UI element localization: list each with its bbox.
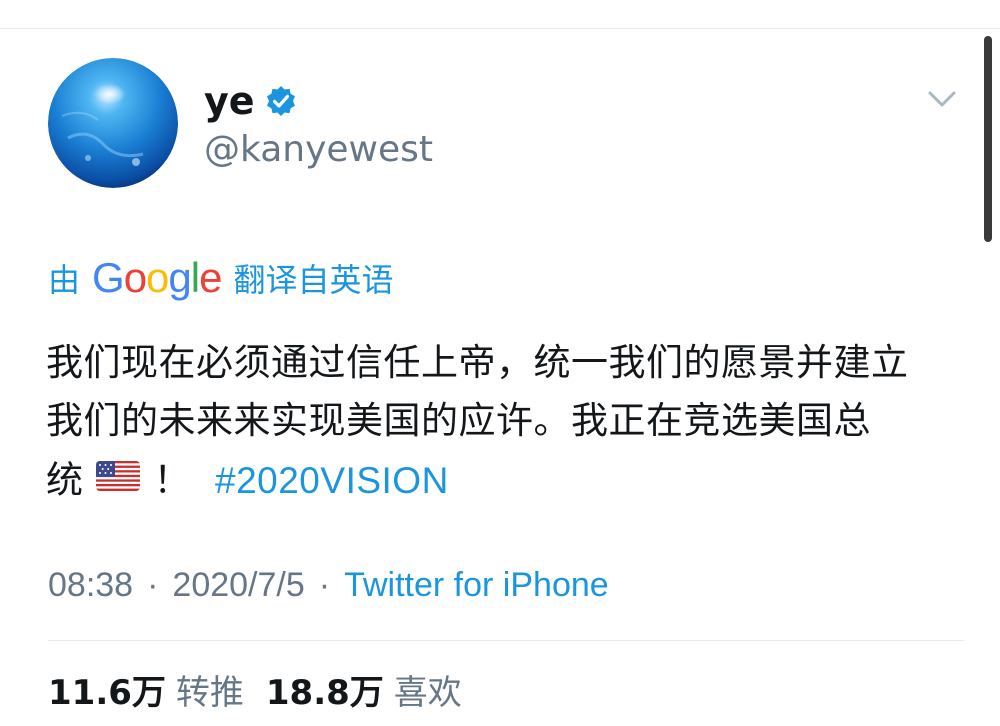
blue-globe-avatar-icon	[48, 58, 178, 188]
tweet-source-link[interactable]: Twitter for iPhone	[344, 566, 609, 604]
tweet-line-last: 统 ！ #2020VISION	[46, 450, 966, 514]
tweet-line-text: 统	[46, 458, 84, 502]
author-name-row[interactable]: ye	[204, 78, 297, 124]
meta-separator: ·	[318, 566, 331, 604]
retweets-count: 11.6万	[48, 673, 166, 713]
likes-stat[interactable]: 18.8万 喜欢	[266, 668, 462, 718]
meta-separator: ·	[147, 566, 159, 604]
engagement-stats: 11.6万 转推 18.8万 喜欢	[48, 668, 484, 718]
retweets-label: 转推	[175, 673, 244, 713]
tweet-meta: 08:38 · 2020/7/5 · Twitter for iPhone	[48, 562, 609, 608]
tweet-line: 我们现在必须通过信任上帝，统一我们的愿景并建立	[46, 341, 909, 384]
author-display-name[interactable]: ye	[204, 78, 255, 124]
chevron-down-icon[interactable]	[924, 86, 960, 112]
likes-count: 18.8万	[265, 673, 384, 713]
exclamation-mark: ！	[153, 458, 191, 502]
author-handle[interactable]: @kanyewest	[204, 128, 433, 172]
translate-tweet-link[interactable]: 由 Google 翻译自英语	[48, 252, 393, 304]
tweet-line: 我们的未来来实现美国的应许。我正在竞选美国总	[46, 399, 871, 442]
tweet-detail-view: ye @kanyewest 由 Google 翻译自英语 我们现在必须通过信任上…	[0, 0, 1000, 726]
tweet-time: 08:38	[48, 566, 134, 604]
tweet-text: 我们现在必须通过信任上帝，统一我们的愿景并建立 我们的未来来实现美国的应许。我正…	[46, 334, 966, 514]
tweet-date: 2020/7/5	[172, 566, 305, 604]
google-logo: Google	[92, 254, 222, 301]
us-flag-icon	[95, 450, 140, 508]
translate-suffix: 翻译自英语	[233, 261, 394, 299]
hashtag-link[interactable]: #2020VISION	[215, 460, 449, 501]
avatar[interactable]	[48, 58, 178, 188]
top-divider	[0, 28, 1000, 29]
retweets-stat[interactable]: 11.6万 转推	[48, 668, 244, 718]
verified-badge-icon	[265, 85, 297, 117]
scrollbar-thumb[interactable]	[984, 36, 992, 242]
translate-prefix: 由	[48, 261, 81, 299]
stats-divider	[48, 640, 964, 641]
likes-label: 喜欢	[393, 673, 462, 713]
